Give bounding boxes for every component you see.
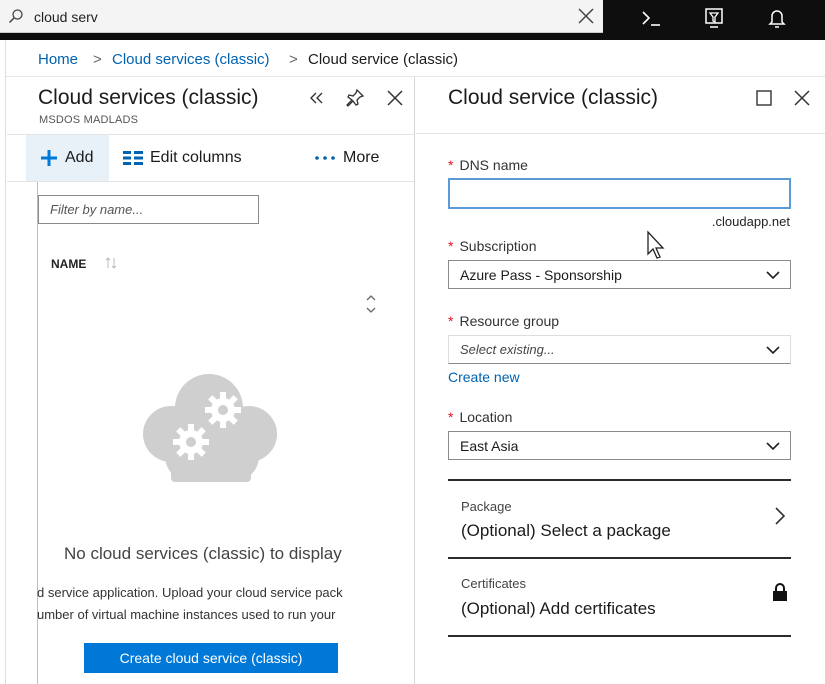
- resource-group-placeholder: Select existing...: [460, 342, 555, 357]
- resource-group-label-text: Resource group: [459, 313, 560, 329]
- filter-input[interactable]: [38, 195, 259, 224]
- empty-state-description: umber of virtual machine instances used …: [37, 607, 336, 622]
- location-label-text: Location: [459, 409, 513, 425]
- global-search-box[interactable]: [0, 0, 603, 33]
- breadcrumb: Home > Cloud services (classic) > Cloud …: [0, 40, 825, 77]
- edit-columns-label: Edit columns: [150, 149, 242, 166]
- cloud-shell-icon[interactable]: [638, 5, 664, 31]
- lock-icon: [773, 583, 787, 601]
- breadcrumb-home[interactable]: Home: [38, 51, 78, 68]
- required-marker: *: [448, 409, 454, 425]
- cloud-gears-icon: [143, 374, 277, 482]
- location-label: * Location: [448, 409, 512, 425]
- add-button[interactable]: Add: [26, 135, 109, 181]
- columns-icon: [123, 150, 143, 166]
- cloud-services-blade: Cloud services (classic) MSDOS MADLADS A…: [7, 77, 415, 684]
- location-dropdown[interactable]: East Asia: [448, 431, 791, 460]
- pin-icon[interactable]: [344, 87, 366, 109]
- certificates-label: Certificates: [461, 576, 527, 591]
- required-marker: *: [448, 157, 454, 173]
- close-icon[interactable]: [384, 87, 406, 109]
- search-icon: [8, 9, 23, 24]
- breadcrumb-separator: >: [93, 51, 102, 68]
- dns-suffix: .cloudapp.net: [711, 214, 790, 229]
- blade-title: Cloud services (classic): [38, 86, 259, 109]
- certificates-value: (Optional) Add certificates: [461, 599, 656, 618]
- column-header-name[interactable]: NAME: [51, 257, 86, 271]
- more-label: More: [343, 149, 380, 166]
- package-label: Package: [461, 499, 512, 514]
- required-marker: *: [448, 313, 454, 329]
- breadcrumb-cloud-services[interactable]: Cloud services (classic): [112, 51, 270, 68]
- portal-sidebar-edge: [0, 40, 6, 684]
- sort-icon[interactable]: [104, 256, 118, 270]
- subscription-label: * Subscription: [448, 238, 537, 254]
- top-bar: [0, 0, 825, 40]
- blade-divider: [416, 133, 825, 134]
- empty-state-title: No cloud services (classic) to display: [64, 544, 342, 563]
- notifications-icon[interactable]: [764, 5, 790, 31]
- location-value: East Asia: [460, 437, 519, 454]
- dns-name-label: * DNS name: [448, 157, 528, 173]
- blade-subtitle: MSDOS MADLADS: [39, 114, 139, 126]
- edit-columns-button[interactable]: Edit columns: [123, 135, 242, 181]
- blade-title: Cloud service (classic): [448, 86, 659, 109]
- more-icon: [314, 155, 336, 161]
- create-new-link[interactable]: Create new: [448, 369, 520, 385]
- dns-name-input[interactable]: [448, 178, 791, 209]
- command-bar: Add Edit columns More: [7, 134, 414, 182]
- subscription-value: Azure Pass - Sponsorship: [460, 266, 622, 283]
- chevron-right-icon: [775, 507, 786, 525]
- section-divider: [448, 635, 791, 637]
- directory-filter-icon[interactable]: [701, 5, 727, 31]
- breadcrumb-separator: >: [289, 51, 298, 68]
- scroll-arrows-icon[interactable]: [363, 291, 379, 317]
- search-input[interactable]: [34, 6, 554, 28]
- resource-group-label: * Resource group: [448, 313, 559, 329]
- mouse-cursor-icon: [647, 230, 665, 259]
- certificates-selector[interactable]: Certificates (Optional) Add certificates: [448, 557, 791, 635]
- close-icon[interactable]: [574, 4, 598, 28]
- close-icon[interactable]: [791, 87, 813, 109]
- subscription-dropdown[interactable]: Azure Pass - Sponsorship: [448, 260, 791, 289]
- chevron-down-icon: [766, 271, 780, 280]
- chevron-down-icon: [766, 442, 780, 451]
- package-selector[interactable]: Package (Optional) Select a package: [448, 479, 791, 557]
- plus-icon: [40, 149, 58, 167]
- package-value: (Optional) Select a package: [461, 521, 671, 540]
- chevron-down-icon: [766, 346, 780, 355]
- more-button[interactable]: More: [314, 135, 379, 181]
- subscription-label-text: Subscription: [459, 238, 537, 254]
- dns-name-label-text: DNS name: [459, 157, 528, 173]
- collapse-icon[interactable]: [306, 87, 328, 109]
- required-marker: *: [448, 238, 454, 254]
- breadcrumb-current: Cloud service (classic): [308, 51, 459, 68]
- empty-state-description: d service application. Upload your cloud…: [37, 585, 343, 600]
- maximize-icon[interactable]: [753, 87, 775, 109]
- create-cloud-service-blade: Cloud service (classic) * DNS name .cloud…: [416, 77, 825, 684]
- create-cloud-service-button[interactable]: Create cloud service (classic): [84, 643, 338, 673]
- add-button-label: Add: [65, 149, 94, 166]
- resource-group-dropdown[interactable]: Select existing...: [448, 335, 791, 364]
